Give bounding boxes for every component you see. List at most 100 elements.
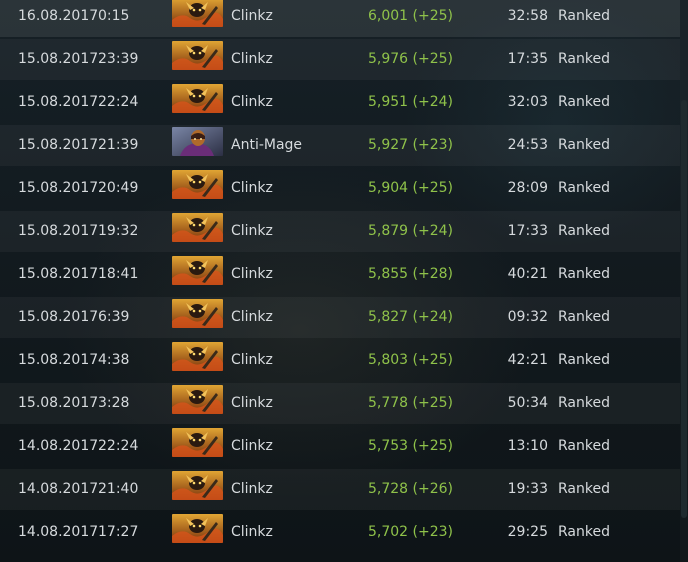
match-time: 21:40 [98,481,139,497]
mmr-value: 5,803 (+25) [368,352,453,368]
match-row[interactable]: 14.08.2017 21:40 Clinkz 5,728 (+26) 19:33 Ran… [0,469,680,510]
match-type: Ranked [558,8,610,24]
clinkz-portrait-icon [172,84,223,113]
match-history-table: 16.08.2017 0:15 Clinkz 6,001 (+25) 32:58 Rank… [0,0,680,562]
anti-mage-portrait-icon [172,127,223,156]
match-date: 15.08.2017 [18,223,99,239]
mmr-value: 5,927 (+23) [368,137,453,153]
clinkz-portrait-icon [172,213,223,242]
match-duration: 32:58 [507,8,548,24]
match-type: Ranked [558,395,610,411]
clinkz-portrait-icon [172,342,223,371]
mmr-value: 5,827 (+24) [368,309,453,325]
match-time: 4:38 [98,352,130,368]
match-time: 3:28 [98,395,130,411]
clinkz-portrait-icon [172,41,223,70]
match-row[interactable]: 15.08.2017 23:39 Clinkz 5,976 (+25) 17:35 Ran… [0,39,680,80]
match-duration: 17:33 [507,223,548,239]
match-type: Ranked [558,309,610,325]
match-date: 15.08.2017 [18,395,99,411]
match-date: 15.08.2017 [18,51,99,67]
match-row[interactable]: 15.08.2017 22:24 Clinkz 5,951 (+24) 32:03 Ran… [0,82,680,123]
match-date: 16.08.2017 [18,8,99,24]
hero-name: Clinkz [231,352,273,368]
match-date: 15.08.2017 [18,309,99,325]
hero-name: Clinkz [231,266,273,282]
mmr-value: 5,976 (+25) [368,51,453,67]
match-duration: 17:35 [507,51,548,67]
match-date: 15.08.2017 [18,94,99,110]
hero-name: Clinkz [231,51,273,67]
match-row[interactable]: 15.08.2017 6:39 Clinkz 5,827 (+24) 09:32 Rank… [0,297,680,338]
match-time: 19:32 [98,223,139,239]
clinkz-portrait-icon [172,514,223,543]
clinkz-portrait-icon [172,0,223,27]
mmr-value: 5,753 (+25) [368,438,453,454]
match-type: Ranked [558,352,610,368]
match-time: 21:39 [98,137,139,153]
match-row[interactable]: 15.08.2017 19:32 Clinkz 5,879 (+24) 17:33 Ran… [0,211,680,252]
match-duration: 29:25 [507,524,548,540]
match-time: 22:24 [98,94,139,110]
match-time: 6:39 [98,309,130,325]
match-duration: 24:53 [507,137,548,153]
match-row[interactable]: 15.08.2017 21:39 Anti-Mage 5,927 (+23) 24:53… [0,125,680,166]
match-type: Ranked [558,223,610,239]
clinkz-portrait-icon [172,299,223,328]
match-row[interactable]: 16.08.2017 0:15 Clinkz 6,001 (+25) 32:58 Rank… [0,0,680,37]
match-row[interactable]: 15.08.2017 20:49 Clinkz 5,904 (+25) 28:09 Ran… [0,168,680,209]
match-date: 14.08.2017 [18,438,99,454]
mmr-value: 5,904 (+25) [368,180,453,196]
clinkz-portrait-icon [172,385,223,414]
match-duration: 13:10 [507,438,548,454]
match-type: Ranked [558,137,610,153]
clinkz-portrait-icon [172,428,223,457]
match-type: Ranked [558,438,610,454]
clinkz-portrait-icon [172,256,223,285]
match-time: 22:24 [98,438,139,454]
match-duration: 40:21 [507,266,548,282]
match-type: Ranked [558,51,610,67]
hero-name: Clinkz [231,309,273,325]
hero-name: Clinkz [231,395,273,411]
match-type: Ranked [558,524,610,540]
match-date: 14.08.2017 [18,481,99,497]
match-date: 15.08.2017 [18,137,99,153]
match-time: 0:15 [98,8,130,24]
match-time: 17:27 [98,524,139,540]
mmr-value: 6,001 (+25) [368,8,453,24]
match-row[interactable]: 14.08.2017 22:24 Clinkz 5,753 (+25) 13:10 Ran… [0,426,680,467]
match-date: 15.08.2017 [18,266,99,282]
clinkz-portrait-icon [172,170,223,199]
mmr-value: 5,951 (+24) [368,94,453,110]
match-duration: 42:21 [507,352,548,368]
match-time: 18:41 [98,266,139,282]
match-type: Ranked [558,266,610,282]
match-row[interactable]: 15.08.2017 18:41 Clinkz 5,855 (+28) 40:21 Ran… [0,254,680,295]
mmr-value: 5,879 (+24) [368,223,453,239]
match-row[interactable]: 14.08.2017 17:27 Clinkz 5,702 (+23) 29:25 Ran… [0,512,680,553]
match-duration: 50:34 [507,395,548,411]
match-row[interactable]: 15.08.2017 4:38 Clinkz 5,803 (+25) 42:21 Rank… [0,340,680,381]
match-type: Ranked [558,180,610,196]
clinkz-portrait-icon [172,471,223,500]
match-duration: 09:32 [507,309,548,325]
hero-name: Clinkz [231,438,273,454]
hero-name: Clinkz [231,481,273,497]
mmr-value: 5,778 (+25) [368,395,453,411]
match-date: 15.08.2017 [18,352,99,368]
match-row[interactable]: 15.08.2017 3:28 Clinkz 5,778 (+25) 50:34 Rank… [0,383,680,424]
hero-name: Clinkz [231,180,273,196]
match-time: 20:49 [98,180,139,196]
scrollbar-thumb[interactable] [681,100,687,518]
hero-name: Clinkz [231,94,273,110]
mmr-value: 5,855 (+28) [368,266,453,282]
scrollbar[interactable] [680,0,688,562]
hero-name: Clinkz [231,8,273,24]
match-duration: 28:09 [507,180,548,196]
hero-name: Clinkz [231,524,273,540]
match-time: 23:39 [98,51,139,67]
match-duration: 19:33 [507,481,548,497]
mmr-value: 5,702 (+23) [368,524,453,540]
hero-name: Clinkz [231,223,273,239]
